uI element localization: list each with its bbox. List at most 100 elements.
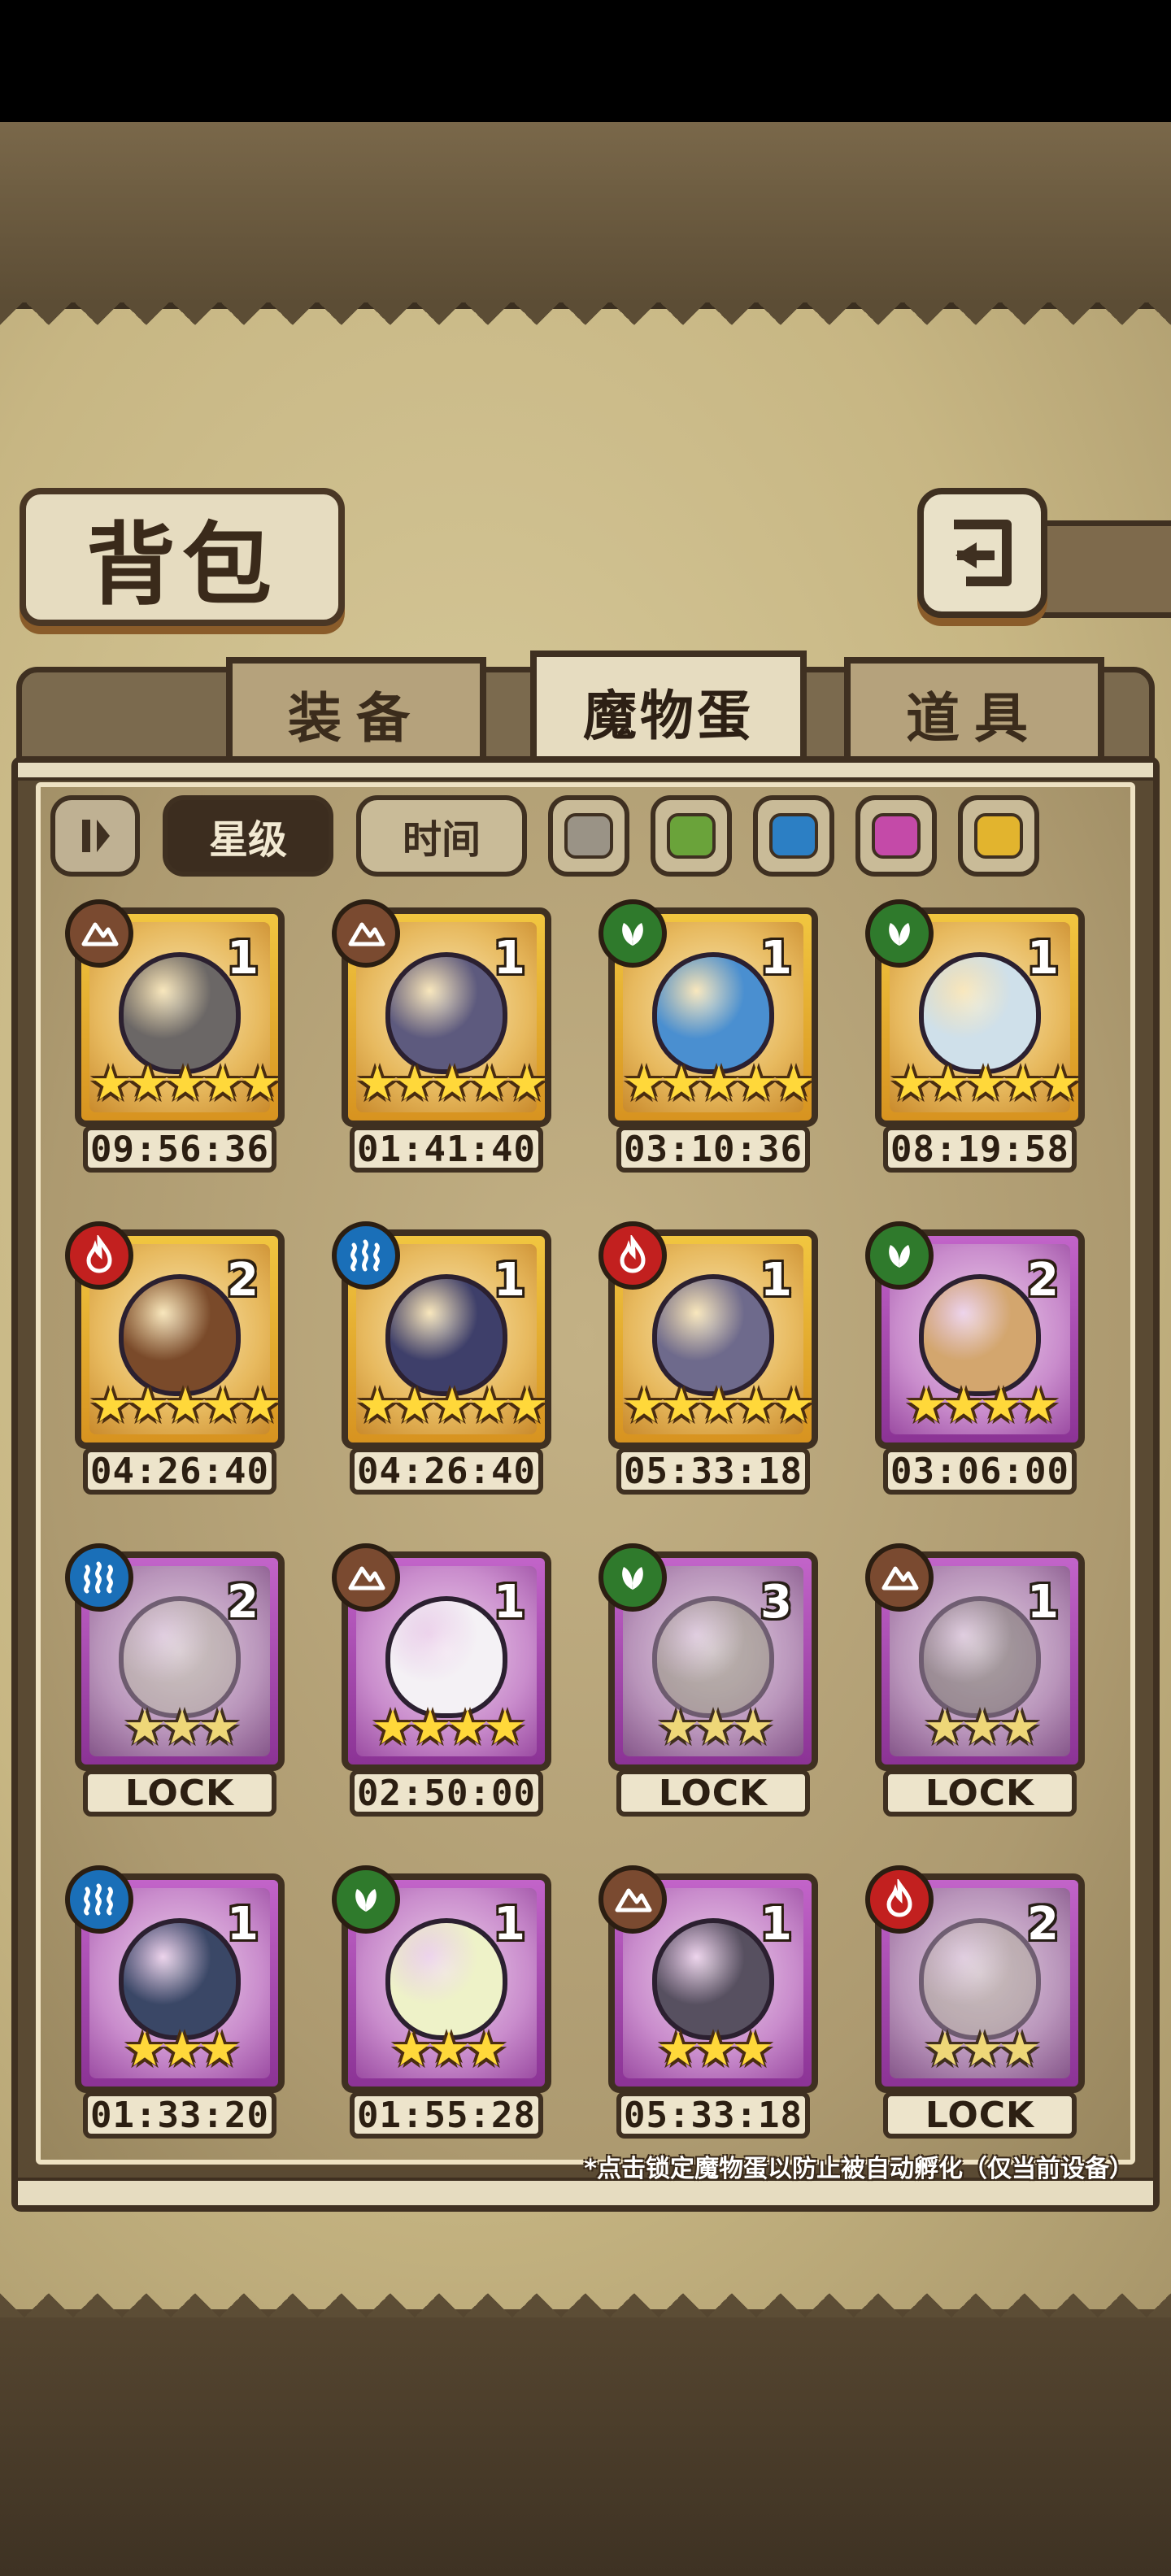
egg-card[interactable]: 1 ★★★★★ 09:56:36 [65, 899, 289, 1176]
egg-count: 1 [1027, 932, 1059, 985]
hatch-timer: 03:06:00 [883, 1447, 1077, 1495]
tab-monster-eggs-label: 魔物蛋 [583, 684, 754, 747]
timer-text: 01:33:20 [90, 2094, 269, 2136]
hatch-timer: 05:33:18 [616, 1447, 810, 1495]
filter-purple-button[interactable] [855, 795, 937, 877]
water-element-icon [65, 1543, 133, 1612]
star-rating: ★★★ [924, 2021, 1041, 2077]
hatch-timer: 05:33:18 [616, 2091, 810, 2139]
egg-card[interactable]: 1 ★★★ LOCK [865, 1543, 1090, 1820]
hatch-timer: 09:56:36 [83, 1125, 276, 1173]
star-rating: ★★★ [657, 2021, 774, 2077]
gray-swatch [564, 813, 613, 859]
timer-text: 08:19:58 [890, 1128, 1069, 1170]
egg-card[interactable]: 1 ★★★★★ 08:19:58 [865, 899, 1090, 1176]
filter-bar: 星级 时间 [50, 795, 1124, 877]
egg-card[interactable]: 2 ★★★ LOCK [65, 1543, 289, 1820]
star-rating: ★★★★ [905, 1377, 1060, 1433]
timer-text: LOCK [925, 2094, 1035, 2136]
water-element-icon [65, 1865, 133, 1934]
map-top-strip [0, 122, 1171, 309]
egg-count: 1 [494, 932, 525, 985]
star-rating: ★★★ [124, 1699, 241, 1755]
egg-card[interactable]: 1 ★★★★★ 01:41:40 [332, 899, 556, 1176]
page-title-plate: 背包 [20, 488, 345, 626]
lock-label: LOCK [83, 1769, 276, 1817]
timer-text: 01:41:40 [357, 1128, 536, 1170]
lock-label: LOCK [883, 2091, 1077, 2139]
hatch-timer: 01:33:20 [83, 2091, 276, 2139]
egg-card[interactable]: 1 ★★★★★ 04:26:40 [332, 1221, 556, 1498]
egg-count: 1 [494, 1898, 525, 1951]
star-rating: ★★★★ [372, 1699, 526, 1755]
egg-card[interactable]: 1 ★★★★★ 05:33:18 [599, 1221, 823, 1498]
timer-text: 05:33:18 [624, 1450, 803, 1492]
hatch-timer: 01:41:40 [350, 1125, 543, 1173]
back-arrow-icon [954, 520, 1012, 586]
egg-count: 2 [227, 1254, 259, 1307]
status-bar [0, 0, 1171, 122]
tab-items[interactable]: 道具 [844, 657, 1104, 771]
timer-text: LOCK [124, 1772, 235, 1814]
lock-label: LOCK [616, 1769, 810, 1817]
hatch-timer: 02:50:00 [350, 1769, 543, 1817]
tab-monster-eggs[interactable]: 魔物蛋 [530, 651, 807, 772]
collapse-toggle-button[interactable] [50, 795, 140, 877]
nature-element-icon [865, 1221, 934, 1290]
egg-card[interactable]: 1 ★★★ 01:33:20 [65, 1865, 289, 2142]
panel-frame-top [18, 763, 1153, 781]
star-rating: ★★★ [124, 2021, 241, 2077]
egg-card[interactable]: 2 ★★★★★ 04:26:40 [65, 1221, 289, 1498]
sort-by-star-label: 星级 [208, 817, 287, 863]
tab-equipment-label: 装备 [288, 686, 424, 750]
hatch-timer: 04:26:40 [350, 1447, 543, 1495]
egg-card[interactable]: 2 ★★★★ 03:06:00 [865, 1221, 1090, 1498]
egg-card[interactable]: 2 ★★★ LOCK [865, 1865, 1090, 2142]
filter-gray-button[interactable] [548, 795, 629, 877]
timer-text: 09:56:36 [90, 1128, 269, 1170]
star-rating: ★★★★★ [890, 1055, 1078, 1111]
star-rating: ★★★★★ [89, 1055, 278, 1111]
filter-blue-button[interactable] [753, 795, 834, 877]
timer-text: 02:50:00 [357, 1772, 536, 1814]
lock-label: LOCK [883, 1769, 1077, 1817]
page-title: 背包 [86, 512, 278, 617]
sort-by-time-button[interactable]: 时间 [356, 795, 527, 877]
egg-card[interactable]: 1 ★★★ 05:33:18 [599, 1865, 823, 2142]
star-rating: ★★★★★ [356, 1055, 545, 1111]
torn-edge-top [0, 301, 1171, 342]
hatch-timer: 04:26:40 [83, 1447, 276, 1495]
egg-count: 1 [760, 1898, 792, 1951]
egg-card[interactable]: 3 ★★★ LOCK [599, 1543, 823, 1820]
star-rating: ★★★★★ [89, 1377, 278, 1433]
star-rating: ★★★ [924, 1699, 1041, 1755]
timer-text: 04:26:40 [357, 1450, 536, 1492]
egg-card[interactable]: 1 ★★★ 01:55:28 [332, 1865, 556, 2142]
green-swatch [667, 813, 716, 859]
tab-equipment[interactable]: 装备 [226, 657, 486, 771]
hatch-timer: 01:55:28 [350, 2091, 543, 2139]
egg-count: 1 [494, 1576, 525, 1629]
hatch-timer: 03:10:36 [616, 1125, 810, 1173]
nature-element-icon [332, 1865, 400, 1934]
star-rating: ★★★★★ [623, 1055, 812, 1111]
filter-gold-button[interactable] [958, 795, 1039, 877]
tab-items-label: 道具 [906, 686, 1043, 750]
earth-element-icon [332, 1543, 400, 1612]
purple-swatch [872, 813, 921, 859]
fire-element-icon [65, 1221, 133, 1290]
fire-element-icon [599, 1221, 667, 1290]
filter-green-button[interactable] [651, 795, 732, 877]
sort-by-star-button[interactable]: 星级 [163, 795, 333, 877]
egg-count: 1 [1027, 1576, 1059, 1629]
egg-count: 1 [227, 932, 259, 985]
sort-by-time-label: 时间 [402, 817, 481, 863]
back-button[interactable] [917, 488, 1047, 618]
egg-count: 2 [1027, 1254, 1059, 1307]
earth-element-icon [865, 1543, 934, 1612]
egg-card[interactable]: 1 ★★★★ 02:50:00 [332, 1543, 556, 1820]
egg-card[interactable]: 1 ★★★★★ 03:10:36 [599, 899, 823, 1176]
star-rating: ★★★★★ [356, 1377, 545, 1433]
blue-swatch [769, 813, 818, 859]
timer-text: 04:26:40 [90, 1450, 269, 1492]
